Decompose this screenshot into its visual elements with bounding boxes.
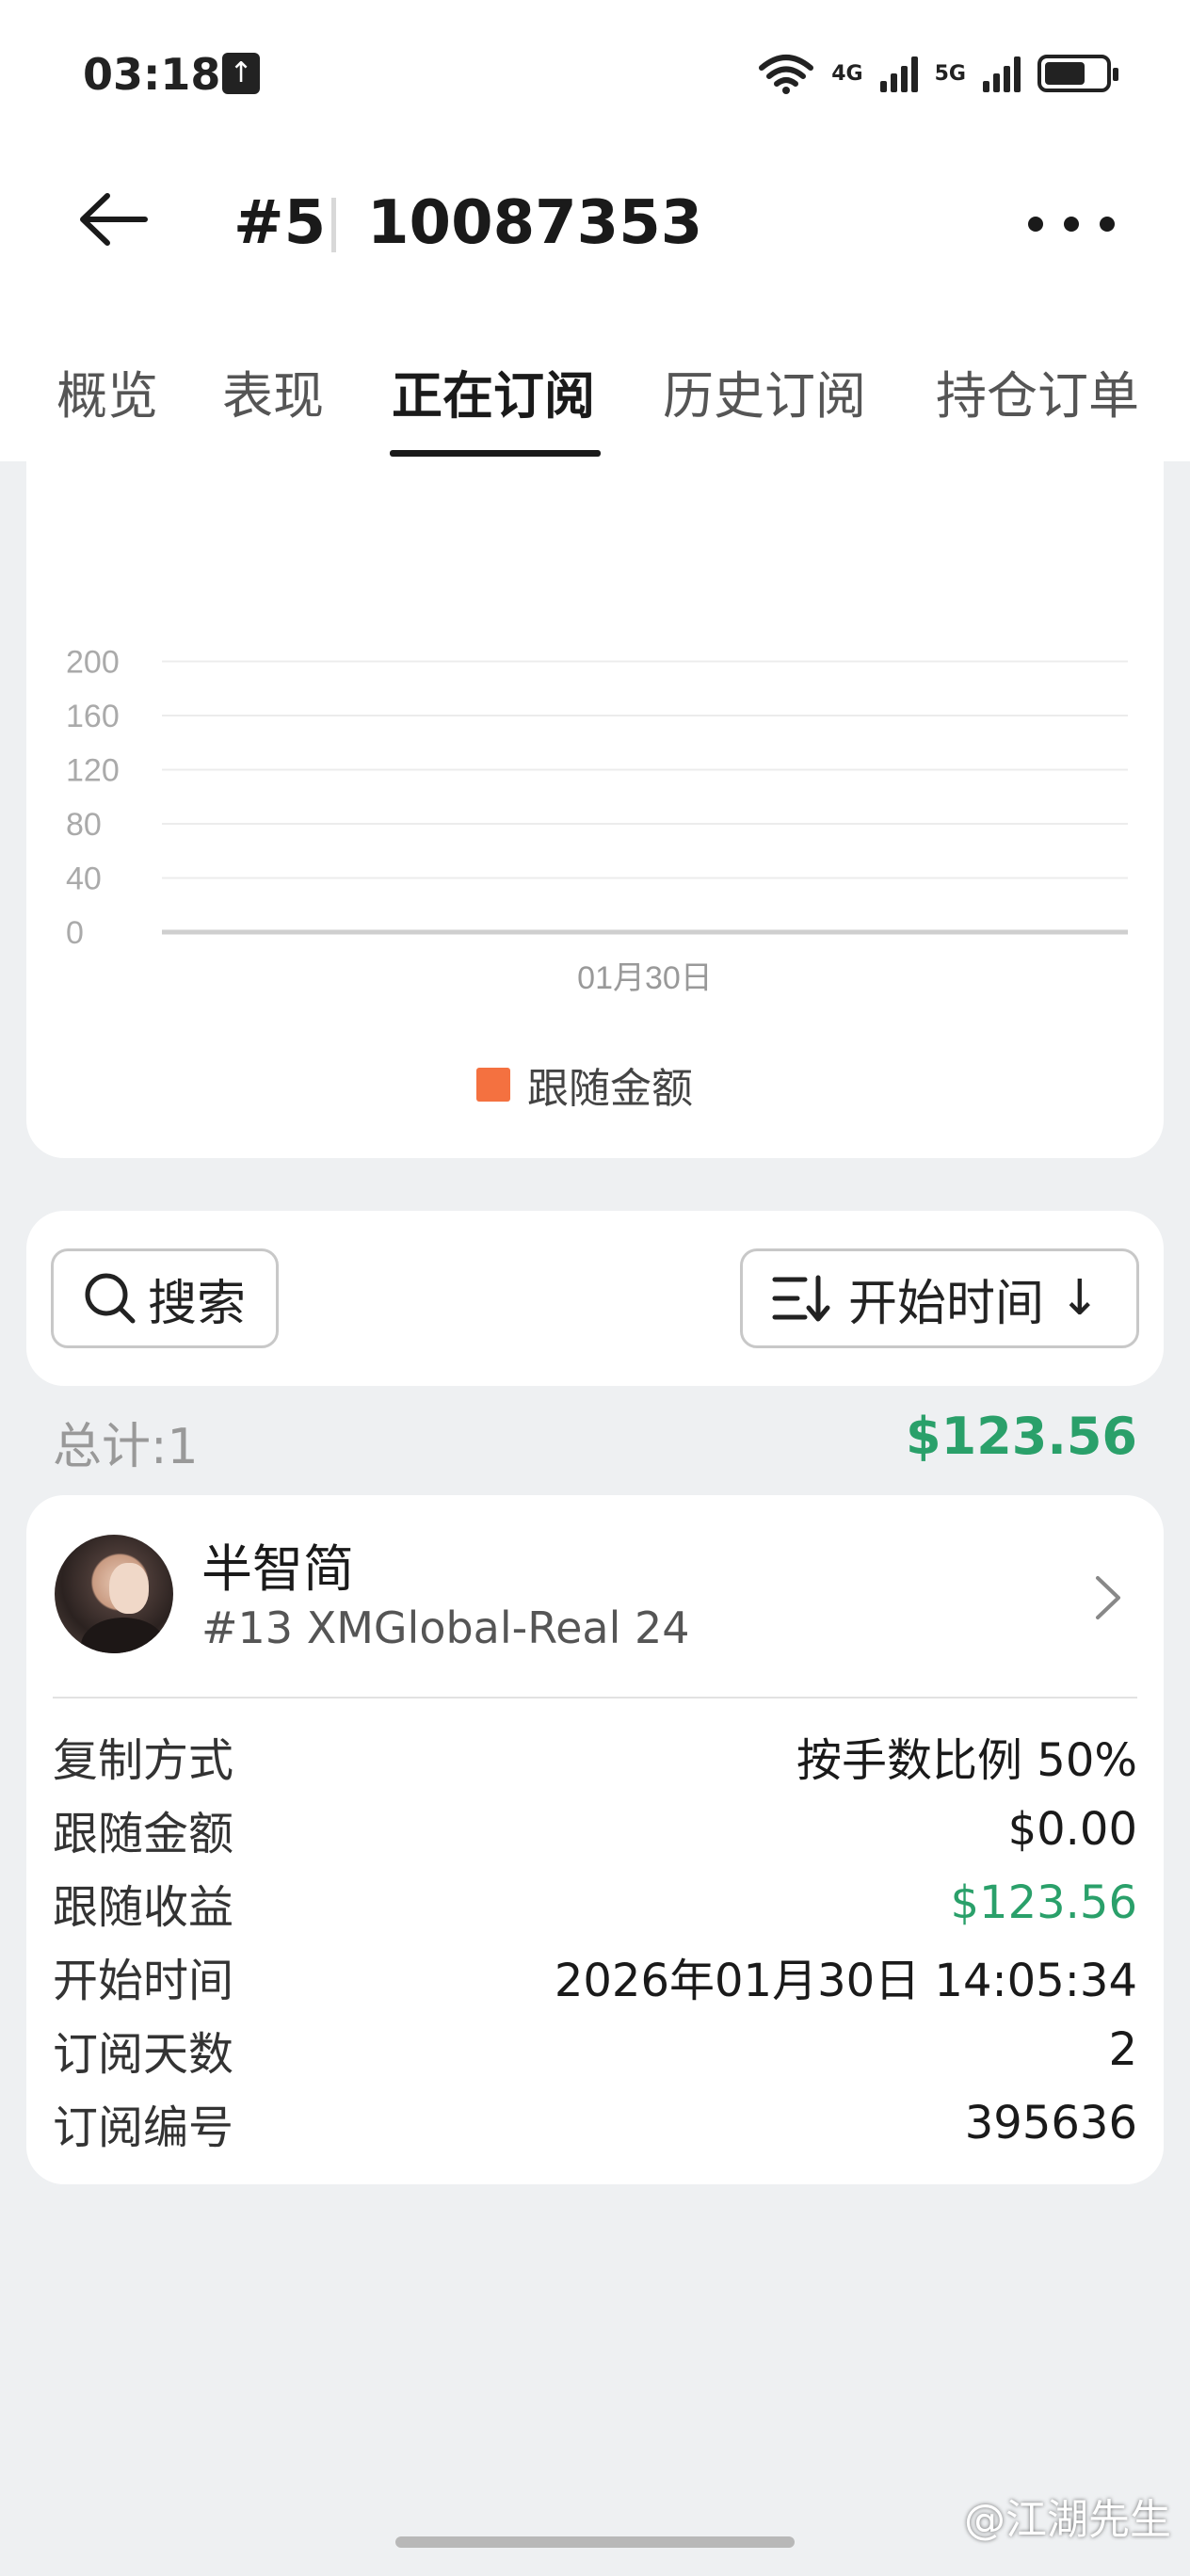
subscription-card[interactable]: 半智简 #13 XMGlobal-Real 24 复制方式 按手数比例 50% …	[26, 1495, 1164, 2184]
top-bar: 03:18 ↑ 4G 5G #5 10087353 概览 表现 正在订阅 历史订…	[0, 0, 1190, 461]
detail-value: 2026年01月30日 14:05:34	[554, 1955, 1137, 2007]
wifi-icon	[759, 55, 814, 94]
detail-key: 订阅天数	[53, 2028, 234, 2081]
total-count: 总计:1	[53, 1419, 199, 1475]
provider-server: #13 XMGlobal-Real 24	[201, 1602, 690, 1653]
search-button[interactable]: 搜索	[51, 1248, 279, 1348]
back-arrow-icon[interactable]	[75, 186, 151, 252]
signal-icon	[879, 55, 918, 92]
y-tick-label: 120	[66, 753, 120, 789]
chart-legend: 跟随金额	[476, 1055, 693, 1115]
search-icon	[85, 1273, 136, 1324]
chevron-right-icon[interactable]	[1094, 1574, 1122, 1621]
detail-value: $0.00	[1007, 1803, 1137, 1856]
tab-current-subscriptions[interactable]: 正在订阅	[392, 354, 595, 428]
y-tick-label: 80	[66, 807, 102, 843]
toolbar-card: 搜索 开始时间 ↓	[26, 1211, 1164, 1386]
total-amount: $123.56	[906, 1407, 1137, 1466]
title-divider	[331, 198, 336, 252]
page-title-number: #5	[233, 188, 327, 258]
signal-icon-2	[983, 55, 1021, 92]
page-title-id: 10087353	[367, 188, 703, 258]
header: #5 10087353	[0, 169, 1190, 273]
detail-value: 按手数比例 50%	[796, 1734, 1137, 1787]
sort-icon	[772, 1275, 830, 1322]
legend-swatch	[476, 1068, 510, 1102]
sort-button-label: 开始时间	[848, 1275, 1045, 1332]
provider-name: 半智简	[201, 1539, 354, 1599]
status-time: 03:18	[83, 49, 221, 100]
sort-direction-icon: ↓	[1059, 1270, 1101, 1327]
home-indicator[interactable]	[395, 2536, 795, 2548]
tab-bar: 概览 表现 正在订阅 历史订阅 持仓订单	[0, 348, 1190, 461]
y-tick-label: 40	[66, 861, 102, 897]
tab-open-orders[interactable]: 持仓订单	[936, 354, 1139, 428]
detail-value: $123.56	[950, 1876, 1138, 1929]
legend-label: 跟随金额	[527, 1065, 693, 1113]
detail-row-subscription-days: 订阅天数 2	[53, 2017, 1137, 2083]
detail-key: 跟随金额	[53, 1808, 234, 1860]
network-4g-label: 4G	[831, 61, 863, 86]
chart-card: 0 40 80 120 160 200 01月30日 跟随金额	[26, 461, 1164, 1158]
tab-performance[interactable]: 表现	[222, 354, 324, 428]
network-5g-label: 5G	[934, 61, 966, 86]
tab-overview[interactable]: 概览	[56, 354, 158, 428]
sort-button[interactable]: 开始时间 ↓	[740, 1248, 1139, 1348]
watermark: @江湖先生	[964, 2496, 1171, 2544]
active-tab-indicator	[390, 450, 601, 457]
more-options-icon[interactable]	[1028, 217, 1115, 232]
search-button-label: 搜索	[148, 1275, 247, 1332]
y-tick-label: 200	[66, 645, 120, 681]
y-tick-label: 0	[66, 915, 84, 951]
card-divider	[53, 1697, 1137, 1699]
upload-icon: ↑	[222, 53, 260, 94]
detail-value: 395636	[964, 2097, 1137, 2149]
tab-history-subscriptions[interactable]: 历史订阅	[663, 354, 866, 428]
detail-row-subscription-id: 订阅编号 395636	[53, 2090, 1137, 2156]
detail-key: 跟随收益	[53, 1881, 234, 1934]
detail-row-start-time: 开始时间 2026年01月30日 14:05:34	[53, 1943, 1137, 2009]
follow-amount-chart: 0 40 80 120 160 200 01月30日	[66, 645, 1128, 996]
detail-key: 开始时间	[53, 1955, 234, 2007]
battery-icon	[1037, 55, 1118, 92]
detail-value: 2	[1108, 2023, 1137, 2076]
detail-row-follow-profit: 跟随收益 $123.56	[53, 1870, 1137, 1936]
detail-key: 订阅编号	[53, 2101, 234, 2154]
x-tick-label: 01月30日	[577, 960, 713, 996]
detail-key: 复制方式	[53, 1734, 234, 1787]
detail-row-copy-method: 复制方式 按手数比例 50%	[53, 1723, 1137, 1789]
avatar	[55, 1535, 173, 1653]
y-tick-label: 160	[66, 699, 120, 734]
detail-row-follow-amount: 跟随金额 $0.00	[53, 1796, 1137, 1862]
status-icons: 4G 5G	[758, 49, 1118, 98]
